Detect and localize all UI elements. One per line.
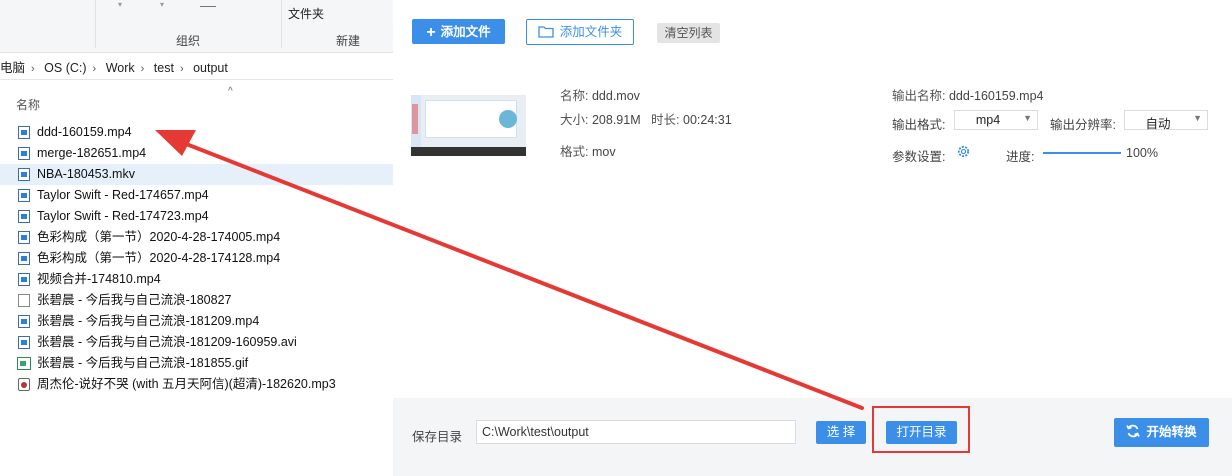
file-item[interactable]: 张碧晨 - 今后我与自己流浪-181855.gif [0,353,393,374]
video-file-icon [18,210,30,223]
video-file-icon [18,189,30,202]
file-explorer: ▾ ▾ 文件夹 组织 新建 电脑 › OS (C:) › Work › test › o… [0,0,394,476]
file-name: 张碧晨 - 今后我与自己流浪-181209-160959.avi [37,335,297,349]
file-item[interactable]: ddd-160159.mp4 [0,122,393,143]
file-item[interactable]: 周杰伦-说好不哭 (with 五月天阿信)(超清)-182620.mp3 [0,374,393,395]
source-size-duration: 大小: 208.91M 时长: 00:24:31 [560,113,732,127]
file-item[interactable]: 视频合并-174810.mp4 [0,269,393,290]
address-bar[interactable]: 电脑 › OS (C:) › Work › test › output [0,57,393,80]
params-label: 参数设置: [892,150,946,164]
chevron-right-icon[interactable]: › [141,63,145,75]
output-resolution-select[interactable]: 自动 ▼ [1124,110,1208,131]
converter-window: + 添加文件 添加文件夹 清空列表 名称: ddd.mov 大小: 208.91M… [393,0,1232,476]
refresh-icon [1126,424,1141,438]
save-dir-input[interactable]: C:\Work\test\output [476,420,796,444]
add-file-button[interactable]: + 添加文件 [412,19,505,44]
footer-bar: 保存目录 C:\Work\test\output 选 择 打开目录 开始转换 [393,398,1232,476]
column-name-label[interactable]: 名称 [16,96,40,113]
video-file-icon [18,336,30,349]
column-header[interactable]: ^ 名称 [0,86,393,112]
output-format-label: 输出格式: [892,118,946,132]
file-item[interactable]: 张碧晨 - 今后我与自己流浪-181209-160959.avi [0,332,393,353]
ribbon-group-organize: 组织 [176,34,201,48]
breadcrumb-output[interactable]: output [193,61,228,75]
source-format: 格式: mov [560,145,616,159]
file-item[interactable]: merge-182651.mp4 [0,143,393,164]
file-name: 视频合并-174810.mp4 [37,272,161,286]
save-dir-label: 保存目录 [412,430,463,444]
chevron-down-icon: ▼ [1193,113,1202,123]
file-item[interactable]: 张碧晨 - 今后我与自己流浪-181209.mp4 [0,311,393,332]
file-list: ddd-160159.mp4 merge-182651.mp4 NBA-1804… [0,122,393,395]
chevron-right-icon[interactable]: › [180,63,184,75]
progress-label: 进度: [1006,150,1035,164]
file-item[interactable]: 张碧晨 - 今后我与自己流浪-180827 [0,290,393,311]
source-name: 名称: ddd.mov [560,89,640,103]
chevron-right-icon[interactable]: › [31,63,35,75]
chevron-down-icon: ▼ [1023,113,1032,123]
file-name: ddd-160159.mp4 [37,125,132,139]
properties-icon[interactable] [200,0,216,7]
video-file-icon [18,231,30,244]
progress-value: 100% [1126,146,1158,160]
video-file-icon [18,252,30,265]
progress-bar [1043,152,1121,154]
file-name: NBA-180453.mkv [37,167,135,181]
file-item[interactable]: 色彩构成（第一节）2020-4-28-174005.mp4 [0,227,393,248]
file-name: 色彩构成（第一节）2020-4-28-174128.mp4 [37,251,281,265]
start-convert-button[interactable]: 开始转换 [1114,418,1209,447]
file-item[interactable]: Taylor Swift - Red-174723.mp4 [0,206,393,227]
dropdown-arrow-icon[interactable]: ▾ [118,0,122,9]
dropdown-arrow-icon[interactable]: ▾ [160,0,164,9]
file-item[interactable]: 色彩构成（第一节）2020-4-28-174128.mp4 [0,248,393,269]
video-file-icon [18,147,30,160]
audio-file-icon [18,378,30,391]
file-name: merge-182651.mp4 [37,146,147,160]
explorer-ribbon: ▾ ▾ 文件夹 组织 新建 [0,0,393,53]
file-name: Taylor Swift - Red-174657.mp4 [37,188,209,202]
add-folder-button[interactable]: 添加文件夹 [526,19,634,45]
video-file-icon [18,273,30,286]
choose-dir-button[interactable]: 选 择 [816,421,866,444]
file-name: 张碧晨 - 今后我与自己流浪-181855.gif [37,356,249,370]
chevron-right-icon[interactable]: › [93,63,97,75]
file-item-selected[interactable]: NBA-180453.mkv [0,164,393,185]
breadcrumb-this-pc[interactable]: 电脑 [0,61,25,75]
highlight-box-annotation [872,406,970,453]
ribbon-folder-label[interactable]: 文件夹 [288,5,324,22]
file-item[interactable]: Taylor Swift - Red-174657.mp4 [0,185,393,206]
output-format-select[interactable]: mp4 ▼ [954,110,1038,130]
folder-icon [538,26,554,38]
breadcrumb-drive[interactable]: OS (C:) [44,61,86,75]
document-file-icon [18,294,30,307]
file-name: Taylor Swift - Red-174723.mp4 [37,209,209,223]
file-name: 张碧晨 - 今后我与自己流浪-180827 [37,293,232,307]
output-resolution-label: 输出分辨率: [1050,118,1116,132]
plus-icon: + [426,24,436,41]
sort-ascending-icon[interactable]: ^ [228,86,233,97]
video-file-icon [18,315,30,328]
gear-icon[interactable] [956,144,971,159]
video-thumbnail [411,86,526,156]
file-name: 周杰伦-说好不哭 (with 五月天阿信)(超清)-182620.mp3 [37,377,336,391]
breadcrumb-work[interactable]: Work [106,61,135,75]
gif-file-icon [17,357,31,370]
clear-list-button[interactable]: 清空列表 [657,23,720,43]
file-name: 张碧晨 - 今后我与自己流浪-181209.mp4 [37,314,260,328]
breadcrumb-test[interactable]: test [154,61,174,75]
ribbon-group-new: 新建 [336,34,361,48]
video-file-icon [18,126,30,139]
output-name: 输出名称: ddd-160159.mp4 [892,89,1044,103]
video-file-icon [18,168,30,181]
file-name: 色彩构成（第一节）2020-4-28-174005.mp4 [37,230,281,244]
